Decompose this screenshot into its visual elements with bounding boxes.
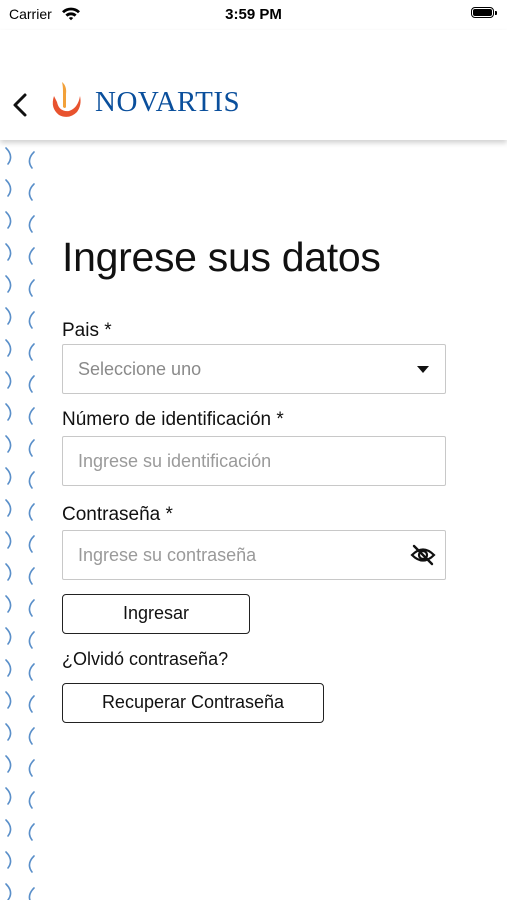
clock: 3:59 PM bbox=[225, 6, 282, 23]
battery-icon bbox=[471, 7, 497, 19]
logo-flame-icon bbox=[52, 82, 81, 117]
decorative-wave-pattern bbox=[5, 147, 35, 900]
app-header: NOVARTIS bbox=[0, 30, 507, 140]
password-label: Contraseña * bbox=[62, 504, 173, 525]
status-bar: Carrier 3:59 PM bbox=[0, 0, 507, 30]
recover-password-button[interactable]: Recuperar Contraseña bbox=[62, 683, 324, 723]
country-selected-value: Seleccione uno bbox=[78, 359, 202, 379]
password-placeholder: Ingrese su contraseña bbox=[78, 545, 257, 565]
country-label: Pais * bbox=[62, 320, 112, 341]
country-select[interactable]: Seleccione uno bbox=[62, 344, 446, 394]
forgot-password-text: ¿Olvidó contraseña? bbox=[62, 649, 229, 669]
id-number-input[interactable]: Ingrese su identificación bbox=[62, 436, 446, 486]
password-input[interactable]: Ingrese su contraseña bbox=[62, 530, 446, 580]
novartis-logo: NOVARTIS bbox=[47, 80, 267, 120]
caret-down-icon bbox=[417, 366, 429, 373]
eye-slash-icon[interactable] bbox=[410, 544, 436, 566]
chevron-left-icon[interactable] bbox=[10, 92, 32, 118]
brand-name: NOVARTIS bbox=[95, 86, 241, 118]
id-number-label: Número de identificación * bbox=[62, 409, 284, 430]
page-title: Ingrese sus datos bbox=[62, 234, 381, 280]
login-button[interactable]: Ingresar bbox=[62, 594, 250, 634]
id-number-placeholder: Ingrese su identificación bbox=[78, 451, 272, 471]
